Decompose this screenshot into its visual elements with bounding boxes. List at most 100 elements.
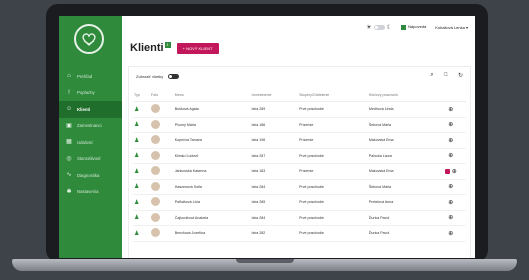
sidebar-item-label: Poplachy (77, 90, 95, 96)
client-room: Izba 287 (250, 148, 299, 164)
sidebar: ⌂ Prehľad ! Poplachy ☺ Klienti ▣ Zamestnanci… (59, 16, 122, 258)
client-name[interactable]: Haszenová Sofia (173, 179, 251, 195)
client-group: Prvé poschodie (298, 148, 368, 164)
client-group: Prvé poschodie (298, 210, 368, 226)
table-row[interactable]: ♟ Klimko Ľudovít Izba 287 Prvé poschodie Pal… (133, 148, 466, 164)
table-row[interactable]: ♟ Kopečná Tamara Izba 196 Prízemie Makovská … (133, 132, 466, 149)
sidebar-item-zamestnanci[interactable]: ▣ Zamestnanci (59, 118, 122, 135)
zoom-in-icon[interactable]: ⊕ (435, 225, 466, 242)
client-room: Izba 284 (250, 179, 299, 195)
client-group: Prízemie (298, 163, 368, 180)
zoom-in-icon[interactable]: ⊕ (435, 194, 466, 211)
heart-hands-icon (82, 33, 96, 46)
client-name[interactable]: Jankovská Katarína (173, 163, 251, 180)
key-worker: Makovská Ema (367, 163, 436, 180)
key-worker: Palocka Laura (367, 148, 436, 164)
zoom-in-icon[interactable]: ⊕ (452, 169, 457, 175)
app-logo[interactable] (74, 24, 104, 54)
client-group: Prvé poschodie (298, 194, 368, 211)
care-icon: ◎ (66, 155, 72, 162)
client-room: Izba 289 (250, 101, 299, 118)
sidebar-item-udalosti[interactable]: ▦ Udalosti (59, 134, 122, 151)
show-all-filter: Zobraziť všetky (136, 74, 180, 79)
briefcase-icon: ▣ (66, 122, 72, 129)
person-icon: ♟ (133, 117, 150, 133)
table-row[interactable]: ♟ Bušková Agáta Izba 289 Prvé poschodie Medň… (133, 101, 466, 118)
export-icon[interactable]: ⧉ (444, 72, 448, 79)
key-worker: Šebová Mária (367, 117, 436, 133)
zoom-in-icon[interactable]: ⊕ (435, 101, 466, 118)
client-name[interactable]: Paľkášová Livia (173, 194, 251, 211)
sidebar-item-nastavenia[interactable]: ✱ Nastavenia (59, 184, 122, 201)
client-group: Prvé poschodie (298, 101, 368, 118)
zoom-in-icon[interactable]: ⊕ (435, 210, 466, 226)
client-room: Izba 285 (250, 194, 299, 211)
person-icon: ♟ (133, 210, 150, 226)
person-icon: ♟ (133, 132, 150, 149)
table-row[interactable]: ♟ Pčurný Mária Izba 186 Prízemie Šebová Mári… (133, 117, 466, 133)
client-room: Izba 284 (250, 210, 299, 226)
refresh-icon[interactable]: ↻ (458, 72, 463, 79)
table-row[interactable]: ♟ Bencková Jozefína Izba 282 Prvé poschodie… (133, 225, 466, 242)
moon-icon: ☾ (386, 24, 393, 31)
client-name[interactable]: Bencková Jozefína (173, 225, 251, 242)
table-row[interactable]: ♟ Paľkášová Livia Izba 285 Prvé poschodie Pr… (133, 194, 466, 211)
user-menu[interactable]: Kobaliová Lenka ▾ (435, 25, 468, 30)
search-icon[interactable]: ⌕ (430, 72, 433, 79)
key-worker: Makovská Ema (367, 132, 436, 149)
new-client-button[interactable]: + NOVÝ KLIENT (176, 42, 219, 54)
sidebar-item-klienti[interactable]: ☺ Klienti (59, 101, 122, 118)
client-name[interactable]: Pčurný Mária (173, 117, 251, 133)
column-header[interactable]: Klúčový pracovník (367, 89, 436, 102)
column-header[interactable]: Umiestnenie (250, 89, 299, 102)
theme-switch[interactable] (373, 24, 385, 30)
column-header[interactable]: Skupiny/Oddelenie (298, 89, 368, 102)
help-link[interactable]: Nápoveda (401, 24, 426, 30)
avatar (150, 212, 160, 222)
alert-icon[interactable] (444, 168, 450, 174)
sidebar-item-label: Nastavenia (77, 189, 99, 195)
client-group: Prízemie (298, 117, 368, 133)
sidebar-item-diagnostika[interactable]: ∿ Diagnostika (59, 167, 122, 184)
table-row[interactable]: ♟ Jankovská Katarína Izba 183 Prízemie Makov… (133, 163, 466, 180)
avatar (150, 104, 160, 114)
app-screen: ⌂ Prehľad ! Poplachy ☺ Klienti ▣ Zamestnanci… (59, 16, 475, 258)
zoom-in-icon[interactable]: ⊕ (435, 148, 466, 164)
client-name[interactable]: Kopečná Tamara (173, 132, 251, 149)
sidebar-item-prehlad[interactable]: ⌂ Prehľad (59, 68, 122, 85)
person-icon: ♟ (133, 194, 150, 211)
show-all-toggle[interactable] (168, 74, 180, 79)
client-name[interactable]: Čajkovičová Anabela (173, 210, 251, 226)
zoom-in-icon[interactable]: ⊕ (435, 132, 466, 149)
table-header-row: Typ Foto Meno Umiestnenie Skupiny/Oddele… (133, 89, 466, 102)
client-room: Izba 183 (250, 163, 299, 180)
column-header[interactable]: Typ (133, 89, 150, 102)
person-icon: ♟ (133, 163, 150, 180)
zoom-in-icon[interactable]: ⊕ (435, 179, 466, 195)
row-actions: ⊕ (435, 163, 466, 180)
people-icon: ☺ (66, 106, 73, 113)
sidebar-item-label: Diagnostika (77, 172, 100, 178)
client-group: Prvé poschodie (298, 179, 368, 195)
table-row[interactable]: ♟ Čajkovičová Anabela Izba 284 Prvé poschod… (133, 210, 466, 226)
avatar (150, 150, 160, 160)
sidebar-item-starostlivost[interactable]: ◎ Starostlivosť (59, 151, 122, 168)
main-content: ☀ ☾ Nápoveda Kobaliová Lenka ▾ Klienti 1… (122, 16, 475, 258)
alarm-icon: ! (68, 89, 70, 96)
sidebar-item-poplachy[interactable]: ! Poplachy (59, 85, 122, 102)
table-row[interactable]: ♟ Haszenová Sofia Izba 284 Prvé poschodie Še… (133, 179, 466, 195)
page-title: Klienti (130, 42, 164, 54)
column-header[interactable]: Meno (173, 89, 251, 102)
client-room: Izba 186 (250, 117, 299, 133)
client-group: Prvé poschodie (298, 225, 368, 242)
zoom-in-icon[interactable]: ⊕ (435, 117, 466, 133)
client-name[interactable]: Bušková Agáta (173, 101, 251, 118)
client-name[interactable]: Klimko Ľudovít (173, 148, 251, 164)
avatar (150, 135, 160, 145)
column-header[interactable]: Foto (149, 89, 174, 102)
avatar (150, 228, 160, 238)
clients-table: Typ Foto Meno Umiestnenie Skupiny/Oddele… (133, 89, 466, 242)
laptop-notch (236, 259, 294, 263)
theme-toggle[interactable]: ☀ ☾ (366, 24, 392, 31)
clients-card: Zobraziť všetky ⌕ ⧉ ↻ Typ Foto Meno Umie… (128, 66, 471, 258)
